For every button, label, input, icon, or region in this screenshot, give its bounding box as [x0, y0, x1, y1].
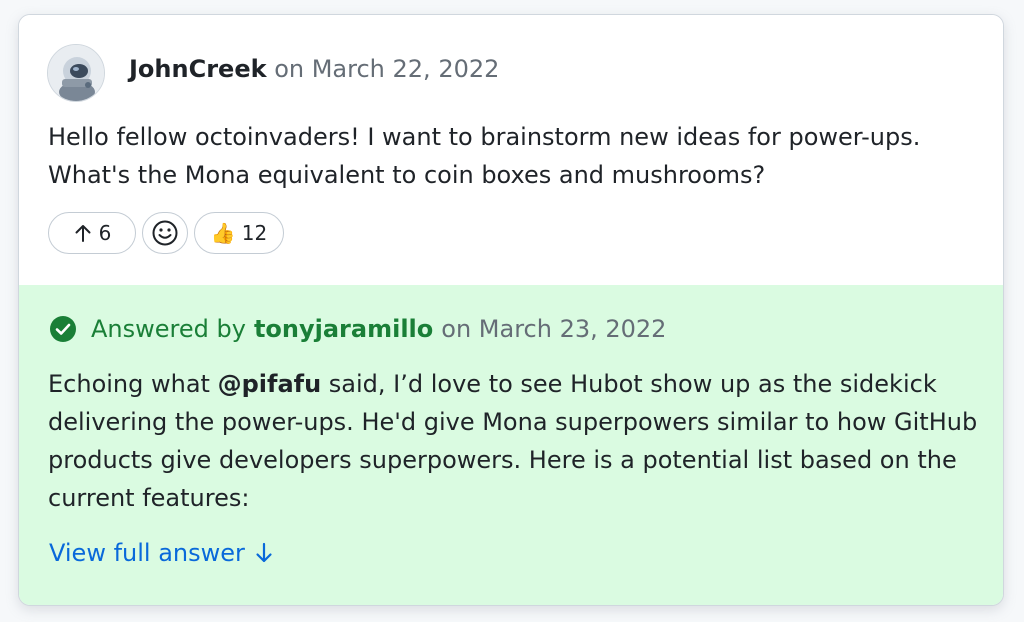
accepted-answer-section: Answered by tonyjaramillo on March 23, 2…	[19, 285, 1003, 605]
upvote-count: 6	[98, 221, 112, 245]
arrow-down-icon	[256, 542, 272, 563]
view-full-answer-label: View full answer	[49, 539, 245, 567]
answered-by-line: Answered by tonyjaramillo on March 23, 2…	[49, 315, 666, 343]
thumbs-up-count: 12	[241, 221, 268, 245]
smiley-icon	[152, 220, 178, 246]
avatar[interactable]	[47, 44, 105, 102]
answer-text-before: Echoing what	[48, 370, 218, 398]
answer-date: on March 23, 2022	[441, 315, 667, 343]
thumbs-up-icon: 👍	[210, 221, 236, 245]
question-body: Hello fellow octoinvaders! I want to bra…	[48, 123, 921, 189]
check-circle-icon	[50, 316, 76, 342]
astronaut-avatar-icon	[48, 45, 104, 101]
answer-author[interactable]: tonyjaramillo	[254, 315, 433, 343]
author-name[interactable]: JohnCreek	[129, 55, 267, 83]
view-full-answer-link[interactable]: View full answer	[49, 539, 273, 567]
post-date: on March 22, 2022	[274, 55, 500, 83]
upvote-button[interactable]: 6	[48, 212, 136, 254]
arrow-up-icon	[75, 225, 91, 242]
reactions-bar: 6 👍 12	[48, 212, 284, 254]
answered-by-label: Answered by	[91, 315, 246, 343]
discussion-card: JohnCreek on March 22, 2022 Hello fellow…	[18, 14, 1004, 606]
user-mention[interactable]: @pifafu	[218, 370, 322, 398]
author-line: JohnCreek on March 22, 2022	[129, 55, 499, 83]
thumbs-up-reaction[interactable]: 👍 12	[194, 212, 284, 254]
add-reaction-button[interactable]	[142, 212, 188, 254]
question-section: JohnCreek on March 22, 2022 Hello fellow…	[19, 15, 1003, 285]
answer-body: Echoing what @pifafu said, I’d love to s…	[48, 365, 988, 517]
